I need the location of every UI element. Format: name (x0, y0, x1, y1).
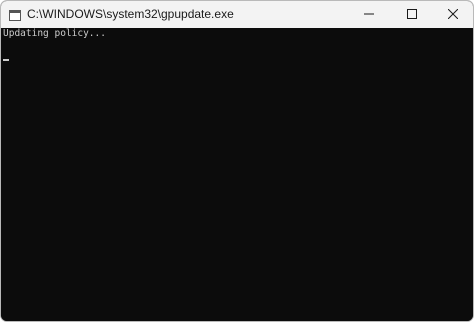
close-button[interactable] (432, 1, 473, 28)
window-title: C:\WINDOWS\system32\gpupdate.exe (27, 7, 234, 21)
minimize-button[interactable] (346, 1, 392, 28)
console-output-area[interactable]: Updating policy... (1, 28, 473, 321)
close-icon (447, 6, 458, 24)
minimize-icon (364, 6, 374, 24)
console-app-icon (9, 8, 21, 21)
title-bar[interactable]: C:\WINDOWS\system32\gpupdate.exe (1, 1, 473, 28)
text-cursor (3, 59, 9, 61)
maximize-icon (407, 6, 417, 24)
console-window: C:\WINDOWS\system32\gpupdate.exe Updatin… (0, 0, 474, 322)
maximize-button[interactable] (389, 1, 435, 28)
console-line: Updating policy... (3, 28, 106, 39)
